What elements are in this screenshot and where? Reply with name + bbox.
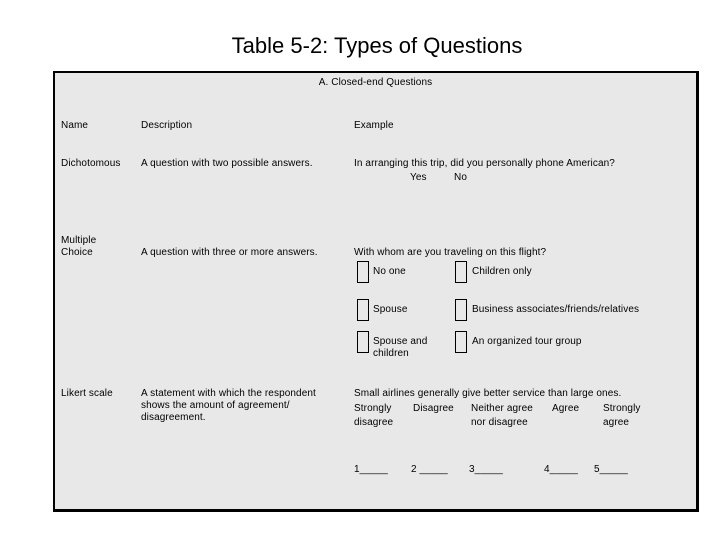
- scale-4-blank[interactable]: 4_____: [544, 464, 578, 477]
- scale-1-blank[interactable]: 1_____: [354, 464, 388, 477]
- option-children-only: Children only: [472, 266, 532, 277]
- scale-5-line1: Strongly: [603, 403, 641, 414]
- row-likert-description-line3: disagreement.: [141, 412, 206, 423]
- row-multiple-choice-question: With whom are you traveling on this flig…: [354, 247, 547, 258]
- row-likert-description-line2: shows the amount of agreement/: [141, 400, 290, 411]
- questions-table: A. Closed-end Questions Name Description…: [53, 71, 699, 512]
- option-spouse: Spouse: [373, 304, 408, 315]
- scale-2-line1: Disagree: [413, 403, 454, 414]
- header-example: Example: [354, 120, 394, 131]
- checkbox-business-associates[interactable]: [455, 299, 467, 321]
- row-dichotomous-question: In arranging this trip, did you personal…: [354, 158, 615, 169]
- option-no-one: No one: [373, 266, 406, 277]
- scale-1-line1: Strongly: [354, 403, 392, 414]
- row-likert-description-line1: A statement with which the respondent: [141, 388, 316, 399]
- option-tour-group: An organized tour group: [472, 336, 582, 347]
- checkbox-spouse[interactable]: [357, 299, 369, 321]
- option-business-associates: Business associates/friends/relatives: [472, 304, 640, 315]
- row-dichotomous-description: A question with two possible answers.: [141, 158, 313, 169]
- scale-3-blank[interactable]: 3_____: [469, 464, 503, 477]
- scale-3-line2: nor disagree: [471, 417, 528, 428]
- row-multiple-choice-name-line2: Choice: [61, 247, 93, 258]
- row-multiple-choice-description: A question with three or more answers.: [141, 247, 318, 258]
- checkbox-spouse-and-children[interactable]: [357, 331, 369, 353]
- likert-statement: Small airlines generally give better ser…: [354, 388, 622, 399]
- scale-1-line2: disagree: [354, 417, 394, 428]
- option-no: No: [454, 172, 467, 183]
- scale-2-blank[interactable]: 2 _____: [411, 464, 448, 477]
- scale-3-line1: Neither agree: [471, 403, 533, 414]
- scale-5-line2: agree: [603, 417, 630, 428]
- checkbox-no-one[interactable]: [357, 261, 369, 283]
- scale-4-line1: Agree: [552, 403, 580, 414]
- section-title: A. Closed-end Questions: [318, 77, 433, 88]
- checkbox-children-only[interactable]: [455, 261, 467, 283]
- option-yes: Yes: [410, 172, 427, 183]
- option-spouse-and-children-line2: children: [373, 348, 409, 359]
- checkbox-tour-group[interactable]: [455, 331, 467, 353]
- page-title: Table 5-2: Types of Questions: [231, 33, 523, 58]
- scale-5-blank[interactable]: 5_____: [594, 464, 628, 477]
- option-spouse-and-children-line1: Spouse and: [373, 336, 428, 347]
- row-dichotomous-name: Dichotomous: [61, 158, 121, 169]
- header-description: Description: [141, 120, 193, 131]
- header-name: Name: [61, 120, 89, 131]
- row-likert-name: Likert scale: [61, 388, 113, 399]
- row-multiple-choice-name-line1: Multiple: [61, 235, 97, 246]
